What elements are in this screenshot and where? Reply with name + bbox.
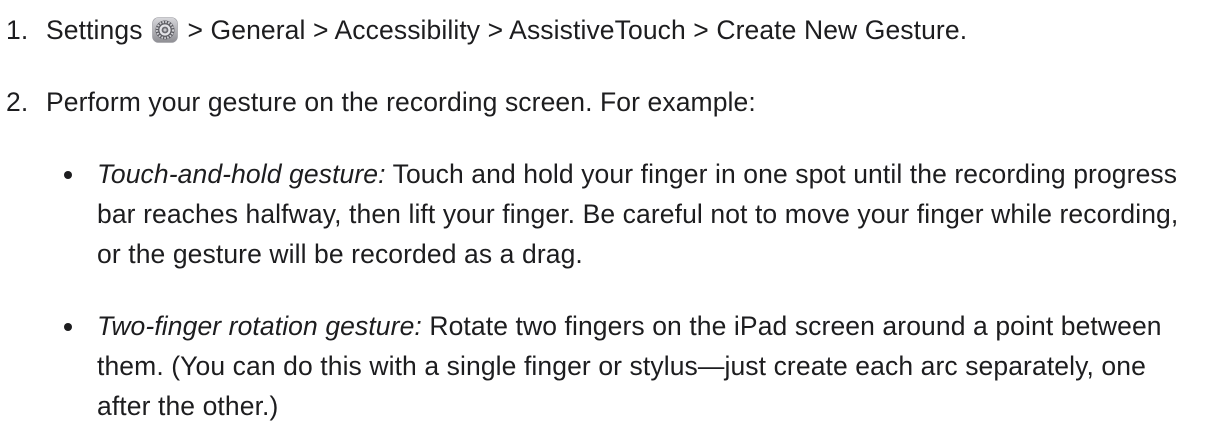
step-text: Settings > General > Accessibility > Ass…	[46, 10, 967, 50]
settings-path-rest: > General > Accessibility > AssistiveTou…	[180, 15, 968, 45]
list-item: Touch-and-hold gesture: Touch and hold y…	[0, 154, 1197, 274]
settings-path-start: Settings	[46, 15, 151, 45]
step-2: 2. Perform your gesture on the recording…	[6, 82, 756, 122]
list-item: Two-finger rotation gesture: Rotate two …	[0, 306, 1197, 426]
step-text: Perform your gesture on the recording sc…	[46, 87, 756, 117]
step-1: 1. Settings > General > Accessibility > …	[6, 10, 967, 50]
example-term: Touch-and-hold gesture:	[97, 159, 386, 189]
example-term: Two-finger rotation gesture:	[97, 311, 422, 341]
example-list: Touch-and-hold gesture: Touch and hold y…	[0, 154, 1222, 426]
bullet-icon	[64, 171, 72, 179]
bullet-icon	[64, 323, 72, 331]
step-number: 1.	[6, 15, 29, 45]
step-number: 2.	[6, 87, 29, 117]
settings-gear-icon	[152, 14, 178, 43]
